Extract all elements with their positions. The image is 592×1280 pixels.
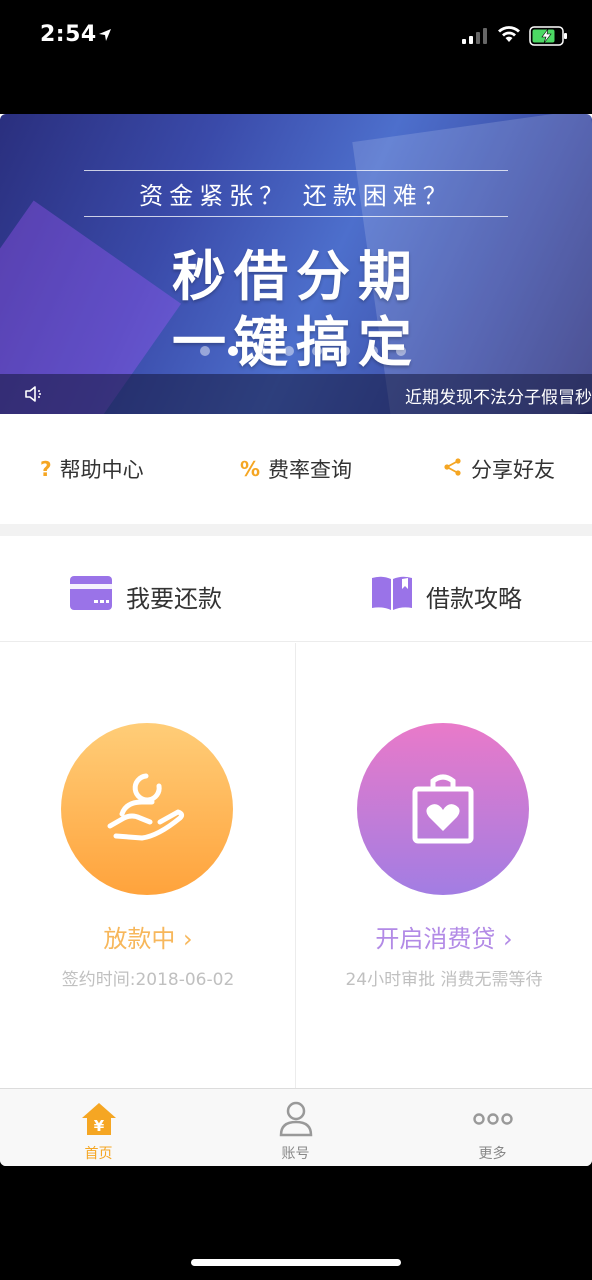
share-icon <box>443 457 463 482</box>
location-arrow-icon <box>98 27 112 46</box>
credit-card-icon <box>70 576 112 616</box>
more-icon <box>472 1101 513 1137</box>
card-divider <box>295 643 296 1088</box>
notice-text: 近期发现不法分子假冒秒 <box>405 388 592 408</box>
book-icon <box>372 576 412 616</box>
banner-divider <box>84 216 508 217</box>
question-icon: ? <box>40 457 52 481</box>
consumer-loan-subtitle: 24小时审批 消费无需等待 <box>345 970 543 990</box>
promo-banner[interactable]: 资金紧张？ 还款困难？ 秒借分期 一键搞定 近期发现不法分子假冒秒 <box>0 114 592 414</box>
tab-label: 首页 <box>84 1146 113 1162</box>
banner-divider <box>84 170 508 171</box>
consumer-loan-title[interactable]: 开启消费贷 › <box>296 919 592 954</box>
help-center-link[interactable]: ? 帮助中心 <box>40 454 144 484</box>
account-icon <box>279 1101 313 1137</box>
status-time: 2:54 <box>40 22 97 47</box>
shopping-bag-heart-icon <box>403 767 483 851</box>
consumer-loan-button[interactable] <box>357 723 529 895</box>
home-yen-icon: ¥ <box>81 1101 117 1137</box>
signal-icon <box>462 28 490 48</box>
svg-text:¥: ¥ <box>93 1117 104 1135</box>
loan-guide-button[interactable]: 借款攻略 <box>372 576 522 616</box>
carousel-dot-active[interactable] <box>228 346 238 356</box>
banner-title-line2: 一键搞定 <box>172 311 420 374</box>
action-row: 我要还款 借款攻略 <box>0 536 592 642</box>
section-separator <box>0 524 592 536</box>
quick-link-label: 帮助中心 <box>59 458 144 482</box>
tab-home[interactable]: ¥ 首页 <box>0 1089 197 1166</box>
app-screen: 资金紧张？ 还款困难？ 秒借分期 一键搞定 近期发现不法分子假冒秒 ? 帮助中心… <box>0 114 592 1166</box>
percent-icon: % <box>240 457 261 481</box>
notice-bar[interactable]: 近期发现不法分子假冒秒 <box>0 374 592 414</box>
carousel-dot[interactable] <box>256 346 266 356</box>
quick-links: ? 帮助中心 % 费率查询 分享好友 <box>0 414 592 524</box>
repay-button[interactable]: 我要还款 <box>70 576 222 616</box>
tab-bar: ¥ 首页 账号 更多 <box>0 1088 592 1166</box>
carousel-dot[interactable] <box>312 346 322 356</box>
quick-link-label: 分享好友 <box>471 458 555 482</box>
carousel-indicator[interactable] <box>200 346 406 356</box>
tab-label: 更多 <box>478 1146 507 1162</box>
wifi-icon <box>497 25 521 47</box>
loan-hand-icon <box>102 762 192 856</box>
home-indicator[interactable] <box>191 1259 401 1266</box>
tab-account[interactable]: 账号 <box>197 1089 394 1166</box>
loan-status-button[interactable] <box>61 723 233 895</box>
loan-status-title[interactable]: 放款中 › <box>0 919 296 954</box>
quick-link-label: 费率查询 <box>268 458 353 482</box>
carousel-dot[interactable] <box>368 346 378 356</box>
status-bar: 2:54 <box>0 0 592 72</box>
loan-status-subtitle: 签约时间:2018-06-02 <box>61 970 235 990</box>
tab-label: 账号 <box>281 1146 310 1162</box>
product-cards: 放款中 › 签约时间:2018-06-02 开启消费贷 › 24小时审批 消费无… <box>0 643 592 1088</box>
carousel-dot[interactable] <box>200 346 210 356</box>
action-label: 我要还款 <box>126 584 222 613</box>
tab-more[interactable]: 更多 <box>394 1089 591 1166</box>
carousel-dot[interactable] <box>284 346 294 356</box>
banner-subtitle: 资金紧张？ 还款困难？ <box>139 182 453 210</box>
action-label: 借款攻略 <box>426 584 522 613</box>
carousel-dot[interactable] <box>396 346 406 356</box>
battery-charging-icon <box>529 26 569 50</box>
rate-query-link[interactable]: % 费率查询 <box>240 454 352 484</box>
share-friends-link[interactable]: 分享好友 <box>443 454 555 484</box>
speaker-icon <box>24 384 46 408</box>
carousel-dot[interactable] <box>340 346 350 356</box>
